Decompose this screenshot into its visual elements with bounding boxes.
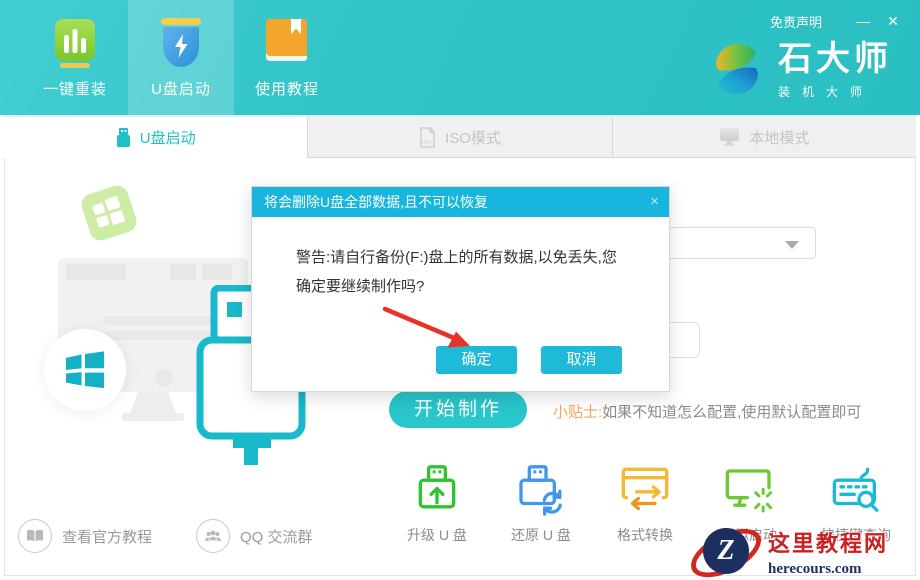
shield-lightning-icon: [158, 17, 204, 69]
iso-badge-text: ISO: [422, 140, 432, 146]
brand-subtitle: 装机大师: [778, 83, 892, 100]
brand-logo: 石大师 装机大师: [708, 40, 892, 100]
nav-label: 一键重装: [43, 78, 107, 99]
minimize-button[interactable]: —: [848, 10, 878, 32]
close-button[interactable]: ✕: [878, 10, 908, 32]
brand-text: 石大师 装机大师: [778, 40, 892, 100]
tab-label: U盘启动: [140, 127, 196, 148]
feature-label: 格式转换: [617, 525, 673, 545]
watermark-letter-badge: Z: [703, 528, 749, 574]
feature-upgrade-usb[interactable]: 升级 U 盘: [382, 464, 492, 545]
footer-link-label: QQ 交流群: [240, 526, 313, 547]
nav-item-reinstall[interactable]: 一键重装: [22, 0, 128, 115]
nav-label: 使用教程: [255, 78, 319, 99]
nav-label: U盘启动: [151, 78, 211, 99]
confirm-button[interactable]: 确定: [436, 346, 517, 374]
watermark-title: 这里教程网: [768, 526, 888, 558]
tab-label: ISO模式: [445, 127, 501, 148]
brand-swirl-icon: [708, 40, 766, 98]
cancel-button[interactable]: 取消: [541, 346, 622, 374]
dialog-message-line2: 确定要继续制作吗?: [296, 272, 641, 301]
dialog-message: 警告:请自行备份(F:)盘上的所有数据,以免丢失,您 确定要继续制作吗?: [296, 243, 641, 301]
title-bar: 一键重装 U盘启动 使用教程: [0, 0, 920, 115]
format-convert-icon: [620, 464, 670, 518]
window-controls: 免责声明 — ✕: [770, 10, 920, 32]
feature-label: 还原 U 盘: [511, 525, 571, 545]
official-tutorial-link[interactable]: 查看官方教程: [18, 519, 152, 553]
dialog-close-icon[interactable]: ×: [650, 187, 659, 217]
feature-format-convert[interactable]: 格式转换: [590, 464, 700, 545]
simulate-boot-icon: [724, 464, 774, 518]
dialog-title: 将会删除U盘全部数据,且不可以恢复: [264, 194, 488, 210]
qq-group-link[interactable]: QQ 交流群: [196, 519, 313, 553]
tab-iso-mode[interactable]: ISO ISO模式: [307, 117, 611, 158]
book-icon: [18, 519, 52, 553]
tab-local-mode[interactable]: 本地模式: [612, 117, 916, 158]
watermark-domain: herecours.com: [768, 561, 888, 578]
confirm-dialog: 将会删除U盘全部数据,且不可以恢复 × 警告:请自行备份(F:)盘上的所有数据,…: [251, 186, 670, 392]
footer-link-label: 查看官方教程: [62, 526, 152, 547]
nav-item-tutorial[interactable]: 使用教程: [234, 0, 340, 115]
usb-drive-icon: [116, 128, 131, 147]
windows-logo-circle: [44, 329, 126, 411]
nav-item-usb-boot[interactable]: U盘启动: [128, 0, 234, 115]
main-nav: 一键重装 U盘启动 使用教程: [22, 0, 340, 115]
mode-tabs: U盘启动 ISO ISO模式 本地模式: [4, 115, 916, 158]
chevron-down-icon: [785, 241, 799, 249]
hotkey-lookup-icon: [831, 464, 881, 518]
tab-usb-boot[interactable]: U盘启动: [4, 117, 307, 158]
site-watermark: Z 这里教程网 herecours.com: [688, 524, 920, 580]
tab-label: 本地模式: [749, 127, 809, 148]
windows-flag-icon: [64, 351, 106, 389]
windows-tile-illustration: [78, 182, 140, 244]
feature-label: 升级 U 盘: [407, 525, 467, 545]
tip-label: 小贴士:: [553, 404, 602, 421]
brand-name: 石大师: [778, 40, 892, 78]
dialog-header: 将会删除U盘全部数据,且不可以恢复 ×: [252, 187, 669, 217]
usb-upgrade-icon: [412, 464, 462, 518]
monitor-icon: [719, 128, 740, 146]
tip-body: 如果不知道怎么配置,使用默认配置即可: [602, 404, 861, 421]
book-icon: [264, 17, 310, 69]
usb-restore-icon: [516, 464, 566, 518]
watermark-text: 这里教程网 herecours.com: [768, 526, 888, 578]
iso-file-icon: ISO: [419, 127, 436, 148]
feature-restore-usb[interactable]: 还原 U 盘: [486, 464, 596, 545]
people-icon: [196, 519, 230, 553]
dialog-message-line1: 警告:请自行备份(F:)盘上的所有数据,以免丢失,您: [296, 243, 641, 272]
app-window: 一键重装 U盘启动 使用教程: [0, 0, 920, 580]
start-make-button[interactable]: 开始制作: [389, 391, 527, 428]
tip-text: 小贴士:如果不知道怎么配置,使用默认配置即可: [553, 401, 861, 422]
bar-chart-icon: [52, 17, 98, 69]
disclaimer-link[interactable]: 免责声明: [770, 12, 822, 31]
